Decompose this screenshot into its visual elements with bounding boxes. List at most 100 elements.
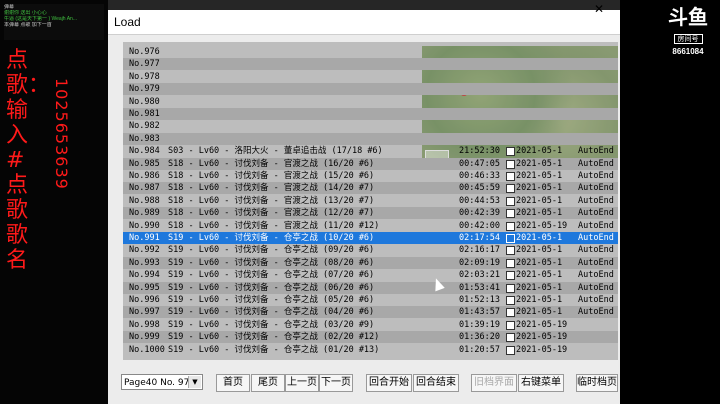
- checkbox-icon[interactable]: [506, 147, 515, 157]
- slot-number: No.998: [129, 319, 160, 330]
- first-page-button[interactable]: 首页: [216, 374, 250, 392]
- slot-autoend: AutoEnd: [578, 257, 614, 268]
- save-slot-row[interactable]: No.993 S19 - Lv60 - 讨伐刘备 - 仓亭之战 (08/20 #6…: [123, 256, 618, 269]
- slot-number: No.984: [129, 146, 160, 157]
- save-slot-row[interactable]: No.990 S18 - Lv60 - 讨伐刘备 - 官渡之战 (11/20 #1…: [123, 220, 618, 232]
- slot-description: S19 - Lv60 - 讨伐刘备 - 仓亭之战 (04/20 #6): [168, 307, 375, 318]
- slot-autoend: AutoEnd: [578, 171, 614, 181]
- save-slot-row[interactable]: No.994 S19 - Lv60 - 讨伐刘备 - 仓亭之战 (07/20 #6…: [123, 269, 618, 281]
- slot-number: No.995: [129, 282, 160, 293]
- slot-playtime: 02:03:21: [459, 270, 500, 281]
- slot-number: No.993: [129, 257, 160, 268]
- page-select[interactable]: Page40 No. 976 ▼: [121, 374, 203, 390]
- save-slot-row[interactable]: No.992 S19 - Lv60 - 讨伐刘备 - 仓亭之战 (09/20 #6…: [123, 244, 618, 256]
- save-slot-row[interactable]: No.989 S18 - Lv60 - 讨伐刘备 - 官渡之战 (12/20 #7…: [123, 207, 618, 220]
- save-slot-row[interactable]: No.982: [123, 120, 618, 132]
- checkbox-icon[interactable]: [506, 172, 515, 181]
- save-slot-row[interactable]: No.1000 S19 - Lv60 - 讨伐刘备 - 仓亭之战 (01/20 #…: [123, 344, 618, 356]
- stream-left-overlay: 弹幕 谢谢你 送出 小心心 牛逼 (这是天下第一 ) Weajh An... 本…: [0, 0, 108, 404]
- stream-right-overlay: 斗鱼 房间号 8661084: [620, 0, 720, 404]
- logo-mark: 斗鱼: [668, 5, 708, 29]
- slot-date: 2021-05-1: [516, 307, 563, 318]
- checkbox-icon[interactable]: [506, 320, 515, 330]
- slot-playtime: 02:16:17: [459, 245, 500, 256]
- checkbox-icon[interactable]: [506, 159, 515, 169]
- slot-autoend: AutoEnd: [578, 158, 614, 169]
- checkbox-icon[interactable]: [506, 234, 515, 243]
- slot-description: S19 - Lv60 - 讨伐刘备 - 仓亭之战 (09/20 #6): [168, 245, 375, 256]
- bottom-toolbar: Page40 No. 976 ▼ 首页 尾页 上一页 下一页 回合开始 回合结束…: [108, 360, 620, 404]
- slot-autoend: AutoEnd: [578, 195, 614, 206]
- checkbox-icon[interactable]: [506, 333, 515, 343]
- save-slot-row[interactable]: No.987 S18 - Lv60 - 讨伐刘备 - 官渡之战 (14/20 #7…: [123, 182, 618, 195]
- save-slot-row[interactable]: No.981: [123, 108, 618, 120]
- temp-save-page-button[interactable]: 临时档页: [576, 374, 618, 392]
- save-slot-row[interactable]: No.979: [123, 83, 618, 96]
- slot-autoend: AutoEnd: [578, 245, 614, 256]
- checkbox-icon[interactable]: [506, 258, 515, 268]
- save-slot-row[interactable]: No.991 S19 - Lv60 - 讨伐刘备 - 仓亭之战 (10/20 #6…: [123, 232, 618, 244]
- save-slot-row[interactable]: No.995 S19 - Lv60 - 讨伐刘备 - 仓亭之战 (06/20 #6…: [123, 281, 618, 294]
- save-slot-row[interactable]: No.978: [123, 71, 618, 83]
- slot-autoend: AutoEnd: [578, 208, 614, 219]
- slot-description: S19 - Lv60 - 讨伐刘备 - 仓亭之战 (07/20 #6): [168, 270, 375, 281]
- slot-date: 2021-05-1: [516, 245, 563, 256]
- old-save-ui-button[interactable]: 旧档界面: [471, 374, 517, 392]
- save-slot-row[interactable]: No.988 S18 - Lv60 - 讨伐刘备 - 官渡之战 (13/20 #7…: [123, 195, 618, 207]
- slot-number: No.987: [129, 183, 160, 194]
- slot-description: S18 - Lv60 - 讨伐刘备 - 官渡之战 (14/20 #7): [168, 183, 375, 194]
- save-slot-row[interactable]: No.980: [123, 96, 618, 108]
- checkbox-icon[interactable]: [506, 345, 515, 355]
- slot-autoend: AutoEnd: [578, 282, 614, 293]
- round-end-button[interactable]: 回合结束: [413, 374, 459, 392]
- checkbox-icon[interactable]: [506, 184, 515, 194]
- slot-number: No.999: [129, 332, 160, 343]
- slot-number: No.978: [129, 71, 160, 82]
- prev-page-button[interactable]: 上一页: [285, 374, 319, 392]
- checkbox-icon[interactable]: [506, 296, 515, 305]
- checkbox-icon[interactable]: [506, 246, 515, 256]
- save-slot-row[interactable]: No.985 S18 - Lv60 - 讨伐刘备 - 官渡之战 (16/20 #6…: [123, 157, 618, 170]
- slot-description: S18 - Lv60 - 讨伐刘备 - 官渡之战 (11/20 #12): [168, 220, 380, 231]
- checkbox-icon[interactable]: [506, 221, 515, 231]
- save-slot-row[interactable]: No.984 S03 - Lv60 - 洛阳大火 - 董卓追击战 (17/18 #…: [123, 145, 618, 157]
- close-button[interactable]: ✕: [584, 2, 614, 18]
- slot-playtime: 01:53:41: [459, 282, 500, 293]
- save-slot-row[interactable]: No.996 S19 - Lv60 - 讨伐刘备 - 仓亭之战 (05/20 #6…: [123, 294, 618, 306]
- slot-playtime: 00:45:59: [459, 183, 500, 194]
- save-slot-row[interactable]: No.999 S19 - Lv60 - 讨伐刘备 - 仓亭之战 (02/20 #1…: [123, 331, 618, 344]
- chat-panel: 弹幕 谢谢你 送出 小心心 牛逼 (这是天下第一 ) Weajh An... 本…: [4, 4, 104, 40]
- save-slot-row[interactable]: No.986 S18 - Lv60 - 讨伐刘备 - 官渡之战 (15/20 #6…: [123, 170, 618, 182]
- slot-autoend: AutoEnd: [578, 270, 614, 281]
- save-slot-list[interactable]: No.976 No.977 No.978 No.979 No.980 No.981 No.9…: [123, 42, 618, 360]
- slot-number: No.1000: [129, 344, 165, 355]
- slot-autoend: AutoEnd: [578, 146, 614, 157]
- last-page-button[interactable]: 尾页: [251, 374, 285, 392]
- room-number-text: 1025653639: [52, 78, 71, 190]
- slot-description: S19 - Lv60 - 讨伐刘备 - 仓亭之战 (01/20 #13): [168, 344, 380, 355]
- save-slot-row[interactable]: No.976: [123, 46, 618, 58]
- title-bar: Load ✕: [108, 2, 620, 35]
- slot-date: 2021-05-19: [516, 319, 568, 330]
- chevron-down-icon[interactable]: ▼: [188, 376, 201, 388]
- slot-description: S18 - Lv60 - 讨伐刘备 - 官渡之战 (16/20 #6): [168, 158, 375, 169]
- checkbox-icon[interactable]: [506, 283, 515, 293]
- checkbox-icon[interactable]: [506, 196, 515, 206]
- slot-description: S19 - Lv60 - 讨伐刘备 - 仓亭之战 (08/20 #6): [168, 257, 375, 268]
- next-page-button[interactable]: 下一页: [319, 374, 353, 392]
- right-click-menu-button[interactable]: 右键菜单: [518, 374, 564, 392]
- round-start-button[interactable]: 回合开始: [366, 374, 412, 392]
- slot-number: No.992: [129, 245, 160, 256]
- save-slot-row[interactable]: No.998 S19 - Lv60 - 讨伐刘备 - 仓亭之战 (03/20 #9…: [123, 319, 618, 331]
- save-slot-row[interactable]: No.997 S19 - Lv60 - 讨伐刘备 - 仓亭之战 (04/20 #6…: [123, 306, 618, 319]
- checkbox-icon[interactable]: [506, 308, 515, 318]
- slot-description: S18 - Lv60 - 讨伐刘备 - 官渡之战 (12/20 #7): [168, 208, 375, 219]
- slot-description: S19 - Lv60 - 讨伐刘备 - 仓亭之战 (10/20 #6): [168, 233, 375, 243]
- slot-number: No.989: [129, 208, 160, 219]
- save-slot-row[interactable]: No.983: [123, 132, 618, 145]
- save-slot-row[interactable]: No.977: [123, 58, 618, 71]
- slot-date: 2021-05-1: [516, 183, 563, 194]
- checkbox-icon[interactable]: [506, 271, 515, 281]
- slot-number: No.988: [129, 195, 160, 206]
- checkbox-icon[interactable]: [506, 209, 515, 219]
